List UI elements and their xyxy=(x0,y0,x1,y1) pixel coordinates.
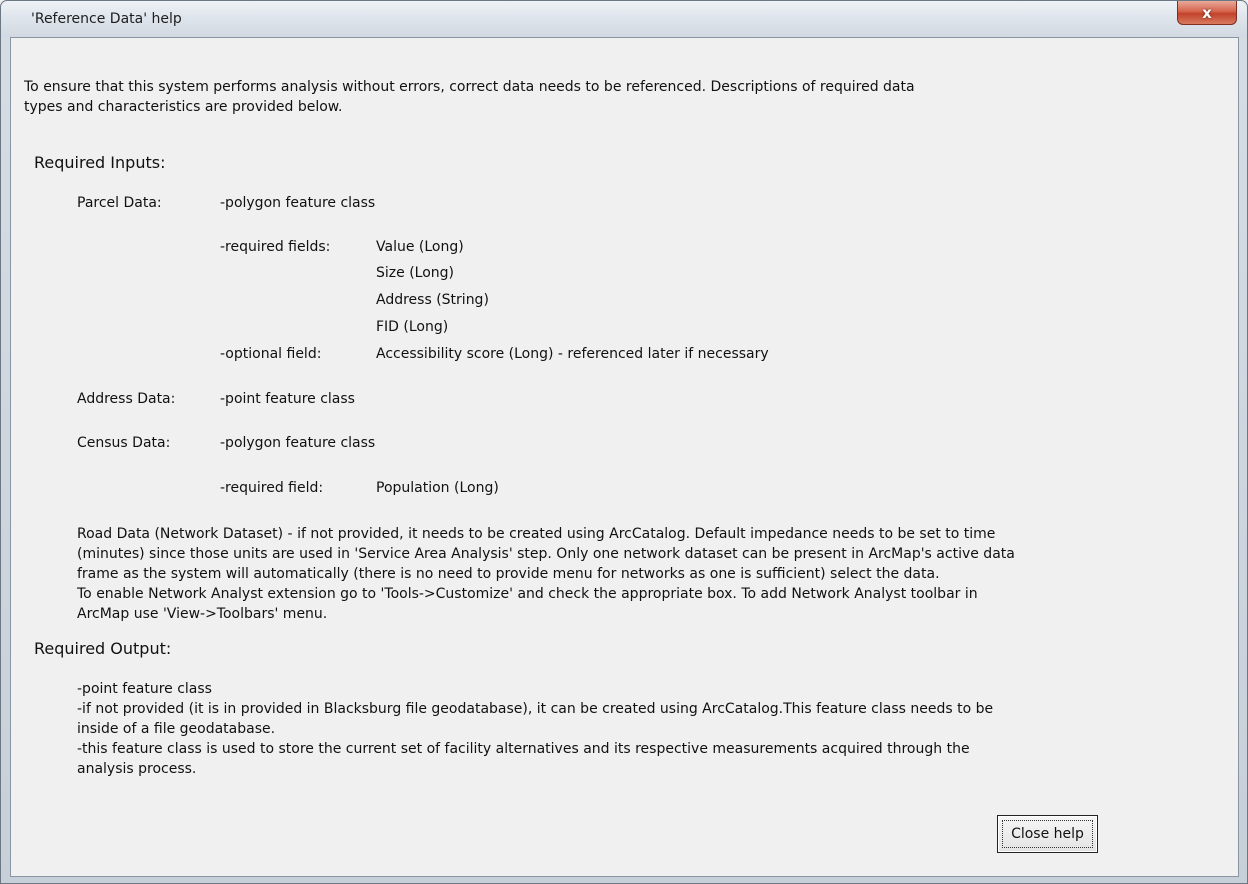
output-line-3: inside of a file geodatabase. xyxy=(77,721,276,737)
census-required-field: Population (Long) xyxy=(376,480,499,496)
window-close-button[interactable]: x xyxy=(1177,1,1237,25)
road-data-line-3: frame as the system will automatically (… xyxy=(77,566,940,582)
census-data-type: -polygon feature class xyxy=(220,435,376,451)
required-inputs-heading: Required Inputs: xyxy=(34,153,166,172)
road-data-line-5: ArcMap use 'View->Toolbars' menu. xyxy=(77,606,328,622)
parcel-field-size: Size (Long) xyxy=(376,265,454,281)
dialog-content: To ensure that this system performs anal… xyxy=(10,37,1239,877)
intro-text-line-1: To ensure that this system performs anal… xyxy=(24,79,915,95)
close-help-button[interactable]: Close help xyxy=(997,815,1098,853)
required-output-heading: Required Output: xyxy=(34,639,172,658)
parcel-optional-field: Accessibility score (Long) - referenced … xyxy=(376,346,769,362)
close-icon: x xyxy=(1202,3,1212,22)
parcel-data-type: -polygon feature class xyxy=(220,195,376,211)
parcel-data-label: Parcel Data: xyxy=(77,195,162,211)
output-line-2: -if not provided (it is in provided in B… xyxy=(77,701,994,717)
intro-text-line-2: types and characteristics are provided b… xyxy=(24,99,343,115)
parcel-optional-field-label: -optional field: xyxy=(220,346,322,362)
help-dialog-window: 'Reference Data' help x To ensure that t… xyxy=(0,0,1248,884)
parcel-required-fields-label: -required fields: xyxy=(220,239,331,255)
focus-rectangle xyxy=(1002,820,1093,848)
parcel-field-fid: FID (Long) xyxy=(376,319,449,335)
output-line-5: analysis process. xyxy=(77,761,197,777)
title-bar[interactable]: 'Reference Data' help x xyxy=(1,1,1247,37)
road-data-line-1: Road Data (Network Dataset) - if not pro… xyxy=(77,526,996,542)
road-data-line-4: To enable Network Analyst extension go t… xyxy=(77,586,978,602)
address-data-type: -point feature class xyxy=(220,391,355,407)
address-data-label: Address Data: xyxy=(77,391,176,407)
output-line-1: -point feature class xyxy=(77,681,212,697)
parcel-field-value: Value (Long) xyxy=(376,239,464,255)
census-required-field-label: -required field: xyxy=(220,480,324,496)
census-data-label: Census Data: xyxy=(77,435,171,451)
road-data-line-2: (minutes) since those units are used in … xyxy=(77,546,1015,562)
window-title: 'Reference Data' help xyxy=(31,11,182,27)
parcel-field-address: Address (String) xyxy=(376,292,489,308)
output-line-4: -this feature class is used to store the… xyxy=(77,741,970,757)
